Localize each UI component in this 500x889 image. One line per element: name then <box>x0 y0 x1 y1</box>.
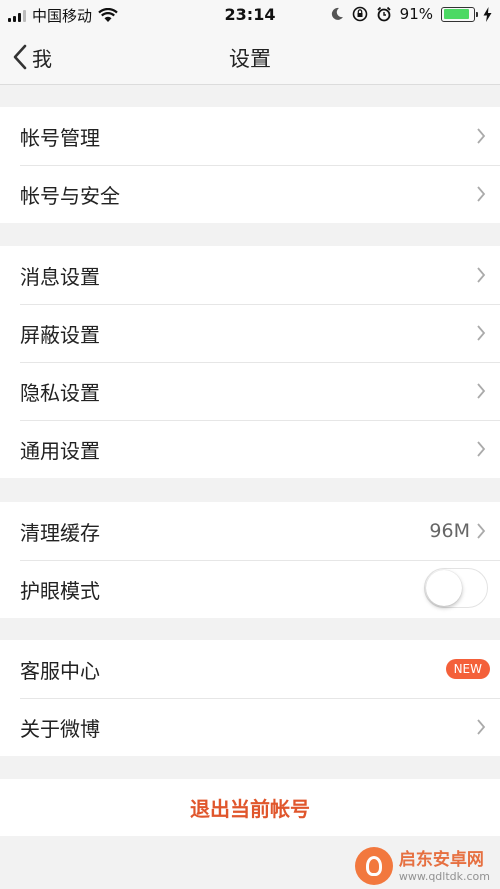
moon-icon <box>331 7 343 20</box>
chevron-right-icon <box>477 325 486 341</box>
chevron-right-icon <box>477 383 486 399</box>
cache-size-value: 96M <box>429 520 470 542</box>
logout-button[interactable]: 退出当前帐号 <box>0 779 500 836</box>
chevron-right-icon <box>477 267 486 283</box>
charging-icon <box>483 6 492 22</box>
about-weibo-row[interactable]: 关于微博 <box>0 698 500 756</box>
general-settings-row[interactable]: 通用设置 <box>0 420 500 478</box>
chevron-right-icon <box>477 441 486 457</box>
customer-service-row[interactable]: 客服中心 NEW <box>0 640 500 698</box>
account-security-row[interactable]: 帐号与安全 <box>0 165 500 223</box>
row-label: 关于微博 <box>20 716 100 741</box>
support-group: 客服中心 NEW 关于微博 <box>0 640 500 756</box>
rotation-lock-icon <box>352 6 367 22</box>
row-label: 消息设置 <box>20 264 100 289</box>
eye-protection-row: 护眼模式 <box>0 560 500 618</box>
battery-icon <box>441 6 478 22</box>
status-bar: 中国移动 23:14 91% <box>0 0 500 30</box>
row-label: 屏蔽设置 <box>20 322 100 347</box>
watermark-logo-icon <box>354 847 393 885</box>
block-settings-row[interactable]: 屏蔽设置 <box>0 304 500 362</box>
message-settings-row[interactable]: 消息设置 <box>0 246 500 304</box>
row-label: 隐私设置 <box>20 380 100 405</box>
toggle-knob <box>426 570 462 606</box>
privacy-settings-row[interactable]: 隐私设置 <box>0 362 500 420</box>
clear-cache-row[interactable]: 清理缓存 96M <box>0 502 500 560</box>
navigation-bar: 我 设置 <box>0 30 500 85</box>
row-label: 通用设置 <box>20 438 100 463</box>
misc-group: 清理缓存 96M 护眼模式 <box>0 502 500 618</box>
watermark: 启东安卓网 www.qdltdk.com <box>354 847 490 885</box>
page-title: 设置 <box>229 47 271 71</box>
row-label: 帐号与安全 <box>20 183 120 208</box>
eye-protection-toggle[interactable] <box>424 568 488 608</box>
account-group: 帐号管理 帐号与安全 <box>0 107 500 223</box>
chevron-right-icon <box>477 186 486 202</box>
row-label: 帐号管理 <box>20 125 100 150</box>
chevron-right-icon <box>477 719 486 735</box>
account-management-row[interactable]: 帐号管理 <box>0 107 500 165</box>
battery-percent: 91% <box>399 5 433 23</box>
alarm-icon <box>377 6 391 22</box>
row-label: 清理缓存 <box>20 520 100 545</box>
row-label: 客服中心 <box>20 658 100 683</box>
chevron-right-icon <box>477 128 486 144</box>
settings-group: 消息设置 屏蔽设置 隐私设置 通用设置 <box>0 246 500 478</box>
new-badge: NEW <box>445 659 490 679</box>
watermark-name: 启东安卓网 <box>398 849 484 870</box>
chevron-right-icon <box>477 523 486 539</box>
watermark-url: www.qdltdk.com <box>398 869 490 883</box>
